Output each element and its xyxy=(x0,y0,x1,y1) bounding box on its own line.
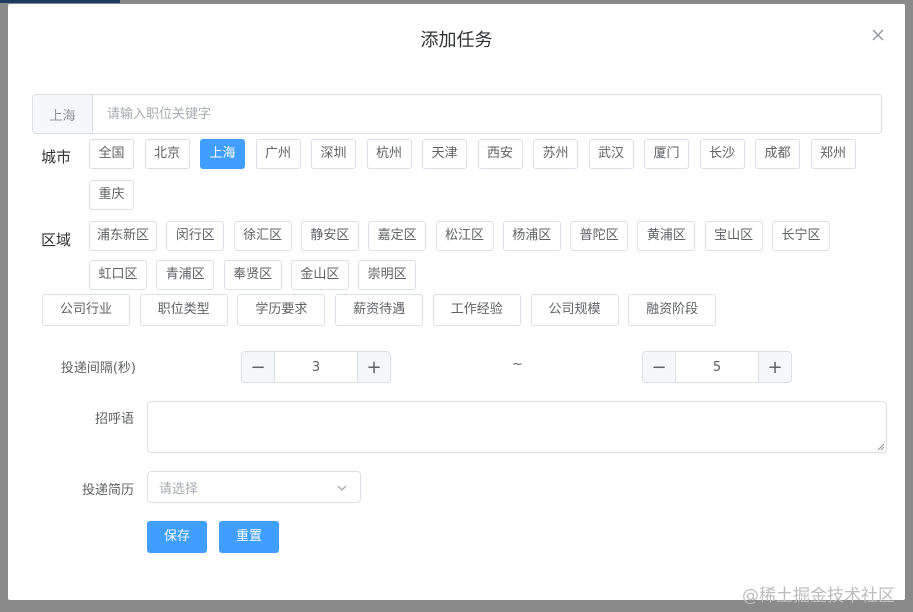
filter-button[interactable]: 公司规模 xyxy=(530,294,619,326)
district-tag[interactable]: 黄浦区 xyxy=(637,221,696,251)
dialog-title: 添加任务 xyxy=(420,30,493,51)
interval-max-decrease-button[interactable]: − xyxy=(643,352,676,382)
resume-select-placeholder: 请选择 xyxy=(159,481,199,497)
search-box: 上海 xyxy=(32,94,882,134)
city-tag[interactable]: 杭州 xyxy=(366,139,412,169)
interval-min-stepper: − 3 + xyxy=(241,351,391,383)
watermark: @稀土掘金技术社区 xyxy=(742,586,895,606)
chevron-down-icon xyxy=(337,485,347,491)
district-tag[interactable]: 杨浦区 xyxy=(502,221,561,251)
interval-min-increase-button[interactable]: + xyxy=(357,352,390,382)
interval-min-value[interactable]: 3 xyxy=(275,352,357,382)
reset-button[interactable]: 重置 xyxy=(219,521,279,553)
district-tag[interactable]: 宝山区 xyxy=(704,221,763,251)
city-tag[interactable]: 苏州 xyxy=(533,139,578,169)
resume-select[interactable]: 请选择 xyxy=(147,471,361,503)
district-tag[interactable]: 松江区 xyxy=(435,221,494,251)
district-tag[interactable]: 徐汇区 xyxy=(233,221,292,251)
city-label: 城市 xyxy=(41,148,72,166)
city-tag[interactable]: 天津 xyxy=(422,139,467,169)
district-tag[interactable]: 崇明区 xyxy=(358,260,417,290)
district-tag[interactable]: 虹口区 xyxy=(89,260,147,290)
district-tag[interactable]: 浦东新区 xyxy=(89,221,157,251)
district-tag[interactable]: 嘉定区 xyxy=(368,221,427,251)
interval-max-value[interactable]: 5 xyxy=(676,352,758,382)
filter-button[interactable]: 工作经验 xyxy=(432,294,521,326)
city-tag[interactable]: 重庆 xyxy=(89,180,134,210)
city-tag[interactable]: 广州 xyxy=(255,139,301,169)
filter-button[interactable]: 融资阶段 xyxy=(628,294,717,326)
interval-label: 投递间隔(秒) xyxy=(60,361,136,376)
district-tag[interactable]: 闵行区 xyxy=(166,221,225,251)
search-input[interactable] xyxy=(93,95,881,133)
district-tag[interactable]: 普陀区 xyxy=(570,221,629,251)
city-tag[interactable]: 郑州 xyxy=(810,139,856,169)
interval-separator: ~ xyxy=(512,357,523,372)
resume-label: 投递简历 xyxy=(81,483,134,498)
city-tag[interactable]: 武汉 xyxy=(588,139,634,169)
interval-max-increase-button[interactable]: + xyxy=(758,352,791,382)
filter-button[interactable]: 公司行业 xyxy=(42,294,130,326)
city-tag[interactable]: 长沙 xyxy=(699,139,745,169)
city-tag[interactable]: 西安 xyxy=(477,139,523,169)
city-tag[interactable]: 深圳 xyxy=(311,139,356,169)
filter-button[interactable]: 职位类型 xyxy=(139,294,228,326)
district-label: 区域 xyxy=(41,231,72,249)
search-city-prefix[interactable]: 上海 xyxy=(33,95,93,133)
district-tag[interactable]: 奉贤区 xyxy=(223,260,282,290)
greeting-label: 招呼语 xyxy=(94,412,134,427)
district-tag[interactable]: 静安区 xyxy=(300,221,359,251)
city-tag[interactable]: 上海 xyxy=(200,139,245,169)
resize-grip-icon[interactable] xyxy=(877,443,885,451)
district-tag[interactable]: 金山区 xyxy=(290,260,349,290)
district-tag[interactable]: 长宁区 xyxy=(772,221,830,251)
filter-button[interactable]: 薪资待遇 xyxy=(335,294,424,326)
interval-min-decrease-button[interactable]: − xyxy=(242,352,275,382)
greeting-textarea[interactable] xyxy=(147,401,887,453)
filter-button[interactable]: 学历要求 xyxy=(237,294,326,326)
close-icon[interactable] xyxy=(871,28,885,42)
interval-max-stepper: − 5 + xyxy=(642,351,792,383)
city-tag[interactable]: 全国 xyxy=(89,139,134,169)
add-task-dialog: 添加任务 上海 城市 全国北京上海广州深圳杭州天津西安苏州武汉厦门长沙成都郑州重… xyxy=(8,4,905,600)
city-tag[interactable]: 成都 xyxy=(755,139,800,169)
save-button[interactable]: 保存 xyxy=(147,521,207,553)
district-tag[interactable]: 青浦区 xyxy=(156,260,215,290)
background-accent xyxy=(0,0,120,3)
city-tag[interactable]: 厦门 xyxy=(644,139,689,169)
city-tag[interactable]: 北京 xyxy=(144,139,190,169)
